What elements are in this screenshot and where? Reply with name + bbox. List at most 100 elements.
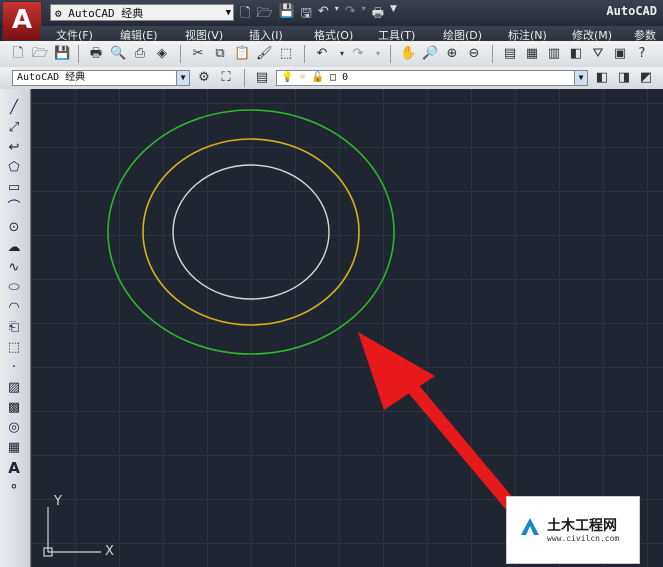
polygon-icon[interactable]: ⬠ [5,159,23,177]
workspaces-layers-toolbar: AutoCAD 经典 ▼ ⚙ ⛶ ▤ 💡 ☼ 🔓 □ 0 ▼ ◧ ◨ ◩ [0,67,663,90]
publish-icon[interactable]: ⎙ [132,46,148,62]
open-file-icon[interactable]: 🗁 [256,4,272,21]
help-icon[interactable]: ? [634,46,650,62]
ucs-x-label: X [105,544,114,559]
paste-icon[interactable]: 📋 [234,46,250,62]
undo-dropdown-icon[interactable]: ▾ [335,4,339,21]
hatch-icon[interactable]: ▨ [5,379,23,397]
add-selected-icon[interactable]: ⚬ [5,479,23,497]
separator [304,45,305,63]
draw-toolbar: ╱ ⤢ ↩ ⬠ ▭ ⌒ ⊙ ☁ ∿ ⬭ ◠ ⎗ ⬚ · ▨ ▩ ◎ ▦ A ⚬ [0,89,31,567]
quick-access-dropdown-icon[interactable]: ▼ [390,4,397,21]
zoom-window-icon[interactable]: ⊕ [444,46,460,62]
undo-icon[interactable]: ↶ [318,4,329,21]
rectangle-icon[interactable]: ▭ [5,179,23,197]
layer-previous-icon[interactable]: ◨ [616,70,632,86]
separator [180,45,181,63]
layer-state-icon[interactable]: ◩ [638,70,654,86]
undo-dropdown-icon[interactable]: ▾ [334,46,350,62]
new-icon[interactable]: 🗋 [10,46,26,62]
lock-icon: 🔓 [311,72,324,83]
design-center-icon[interactable]: ▦ [524,46,540,62]
workspace-switcher[interactable]: ⚙ AutoCAD 经典 ▼ [50,4,234,21]
red-arrow-annotation [358,332,526,522]
redo-dropdown-icon[interactable]: ▾ [362,4,366,21]
watermark-url: www.civilcn.com [547,534,620,543]
arc-icon[interactable]: ⌒ [5,199,23,217]
application-menu-button[interactable]: A [2,1,42,41]
circle-icon[interactable]: ⊙ [5,219,23,237]
polyline-icon[interactable]: ↩ [5,139,23,157]
plot-preview-icon[interactable]: 🔍 [110,46,126,62]
construction-line-icon[interactable]: ⤢ [5,119,23,137]
gradient-icon[interactable]: ▩ [5,399,23,417]
ucs-y-label: Y [53,494,62,509]
open-icon[interactable]: 🗁 [32,46,48,62]
workspace-settings-icon[interactable]: ⚙ [196,70,212,86]
cut-icon[interactable]: ✂ [190,46,206,62]
3d-print-icon[interactable]: ◈ [154,46,170,62]
standard-toolbar: 🗋 🗁 💾 🖶 🔍 ⎙ ◈ ✂ ⧉ 📋 🖌 ⬚ ↶ ▾ ↷ ▾ ✋ 🔎 ⊕ ⊖ … [0,41,663,68]
ellipse-icon[interactable]: ⬭ [5,279,23,297]
match-properties-icon[interactable]: 🖌 [256,46,273,62]
calculator-icon[interactable]: ▣ [612,46,628,62]
civilcn-logo-icon [521,518,539,535]
make-current-layer-icon[interactable]: ◧ [594,70,610,86]
workspace-dropdown[interactable]: AutoCAD 经典 ▼ [12,70,190,86]
workspace-gear-icon: ⚙ [55,7,62,20]
save-as-icon[interactable]: 🖫 [301,4,312,21]
ellipse-arc-icon[interactable]: ◠ [5,299,23,317]
lightbulb-icon: 💡 [281,72,294,83]
zoom-realtime-icon[interactable]: 🔎 [422,46,438,62]
sun-icon: ☼ [299,72,306,83]
redo-icon[interactable]: ↷ [350,46,366,62]
multiline-text-icon[interactable]: A [5,459,23,477]
ucs-icon [43,507,101,557]
layer-dropdown[interactable]: 💡 ☼ 🔓 □ 0 ▼ [276,70,588,86]
redo-icon[interactable]: ↷ [345,4,356,21]
table-icon[interactable]: ▦ [5,439,23,457]
insert-block-icon[interactable]: ⎗ [5,319,23,337]
block-editor-icon[interactable]: ⬚ [278,46,294,62]
separator [492,45,493,63]
undo-icon[interactable]: ↶ [314,46,330,62]
clean-screen-icon[interactable]: ⛶ [218,70,234,86]
menu-bar: 文件(F) 编辑(E) 视图(V) 插入(I) 格式(O) 工具(T) 绘图(D… [40,26,663,42]
separator [390,45,391,63]
save-icon[interactable]: 💾 [279,4,295,21]
inner-circle[interactable] [172,164,330,300]
tool-palettes-icon[interactable]: ▥ [546,46,562,62]
sheet-set-icon[interactable]: ◧ [568,46,584,62]
redo-dropdown-icon[interactable]: ▾ [370,46,386,62]
spline-icon[interactable]: ∿ [5,259,23,277]
pan-icon[interactable]: ✋ [400,46,416,62]
zoom-previous-icon[interactable]: ⊖ [466,46,482,62]
line-tool-icon[interactable]: ╱ [5,99,23,117]
region-icon[interactable]: ◎ [5,419,23,437]
separator [244,69,245,87]
plot-icon[interactable]: 🖶 [88,46,104,62]
separator [78,45,79,63]
workspace-dropdown-value: AutoCAD 经典 [17,72,86,83]
layer-properties-icon[interactable]: ▤ [254,70,270,86]
revision-cloud-icon[interactable]: ☁ [5,239,23,257]
chevron-down-icon: ▼ [225,8,231,18]
layer-color-swatch: □ [330,72,337,83]
layer-name: 0 [342,72,349,83]
title-bar: A ⚙ AutoCAD 经典 ▼ 🗋 🗁 💾 🖫 ↶ ▾ ↷ ▾ 🖶 ▼ Aut… [0,0,663,41]
point-icon[interactable]: · [5,359,23,377]
markup-icon[interactable]: ⛛ [590,46,606,62]
watermark-logo: 土木工程网 www.civilcn.com [506,496,640,564]
make-block-icon[interactable]: ⬚ [5,339,23,357]
save-icon[interactable]: 💾 [54,46,70,62]
quick-access-toolbar: 🗋 🗁 💾 🖫 ↶ ▾ ↷ ▾ 🖶 ▼ [240,4,397,21]
properties-icon[interactable]: ▤ [502,46,518,62]
copy-icon[interactable]: ⧉ [212,46,228,62]
middle-circle[interactable] [142,138,360,326]
workspace-name: AutoCAD 经典 [68,7,144,20]
outer-circle[interactable] [107,109,395,355]
chevron-down-icon: ▼ [176,71,189,85]
print-icon[interactable]: 🖶 [372,4,384,21]
chevron-down-icon: ▼ [574,71,587,85]
new-file-icon[interactable]: 🗋 [240,4,250,21]
